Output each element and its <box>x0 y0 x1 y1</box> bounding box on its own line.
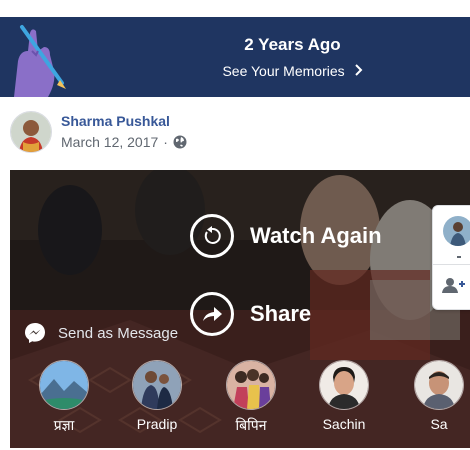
card-divider-mark <box>457 256 461 258</box>
friend-avatar <box>319 360 369 410</box>
see-memories-link[interactable]: See Your Memories <box>0 63 470 79</box>
replay-icon <box>204 226 221 244</box>
card-divider <box>433 264 470 265</box>
author-photo <box>11 112 51 152</box>
friend-name: Sachin <box>322 416 366 432</box>
send-as-message-button[interactable]: Send as Message <box>24 322 178 344</box>
friend-name: बिपिन <box>235 417 267 433</box>
globe-icon[interactable] <box>173 135 187 149</box>
share-ring <box>190 292 234 336</box>
memory-video[interactable]: Watch Again Share Send as Message प्रज्ञ… <box>10 170 470 448</box>
friend-contact-2[interactable]: बिपिन <box>216 360 286 435</box>
friend-avatar <box>226 360 276 410</box>
share-button[interactable]: Share <box>190 292 311 336</box>
friend-name: Sa <box>430 416 448 432</box>
post-date[interactable]: March 12, 2017 <box>61 134 158 150</box>
friend-contact-3[interactable]: Sachin <box>309 360 379 432</box>
memories-title: 2 Years Ago <box>244 35 341 54</box>
friend-name: प्रज्ञा <box>53 417 75 433</box>
add-friend-icon[interactable] <box>441 276 465 294</box>
watch-again-button[interactable]: Watch Again <box>190 214 382 258</box>
messenger-icon <box>25 323 45 343</box>
replay-ring <box>190 214 234 258</box>
send-as-message-label: Send as Message <box>58 324 179 342</box>
meta-separator: · <box>163 134 168 150</box>
share-arrow-icon <box>203 307 222 321</box>
see-memories-label: See Your Memories <box>222 63 345 79</box>
friend-contact-4[interactable]: Sa <box>404 360 470 432</box>
side-suggestion-card[interactable] <box>432 205 470 310</box>
friend-avatar <box>39 360 89 410</box>
friend-contact-0[interactable]: प्रज्ञा <box>29 360 99 435</box>
share-label: Share <box>250 301 312 326</box>
top-cutoff-area <box>0 0 470 16</box>
suggestion-thumbnail[interactable] <box>443 216 470 246</box>
chevron-right-icon <box>354 64 362 76</box>
author-avatar[interactable] <box>10 111 52 153</box>
memories-banner[interactable]: 2 Years Ago See Your Memories <box>0 17 470 97</box>
hand-pencil-illustration-icon <box>14 25 66 97</box>
watch-again-label: Watch Again <box>250 223 382 248</box>
friend-avatar <box>132 360 182 410</box>
friend-contact-1[interactable]: Pradip <box>122 360 192 432</box>
author-name[interactable]: Sharma Pushkal <box>61 113 170 129</box>
post-meta: March 12, 2017 · <box>61 134 187 150</box>
friend-avatar <box>414 360 464 410</box>
friend-name: Pradip <box>136 416 178 432</box>
